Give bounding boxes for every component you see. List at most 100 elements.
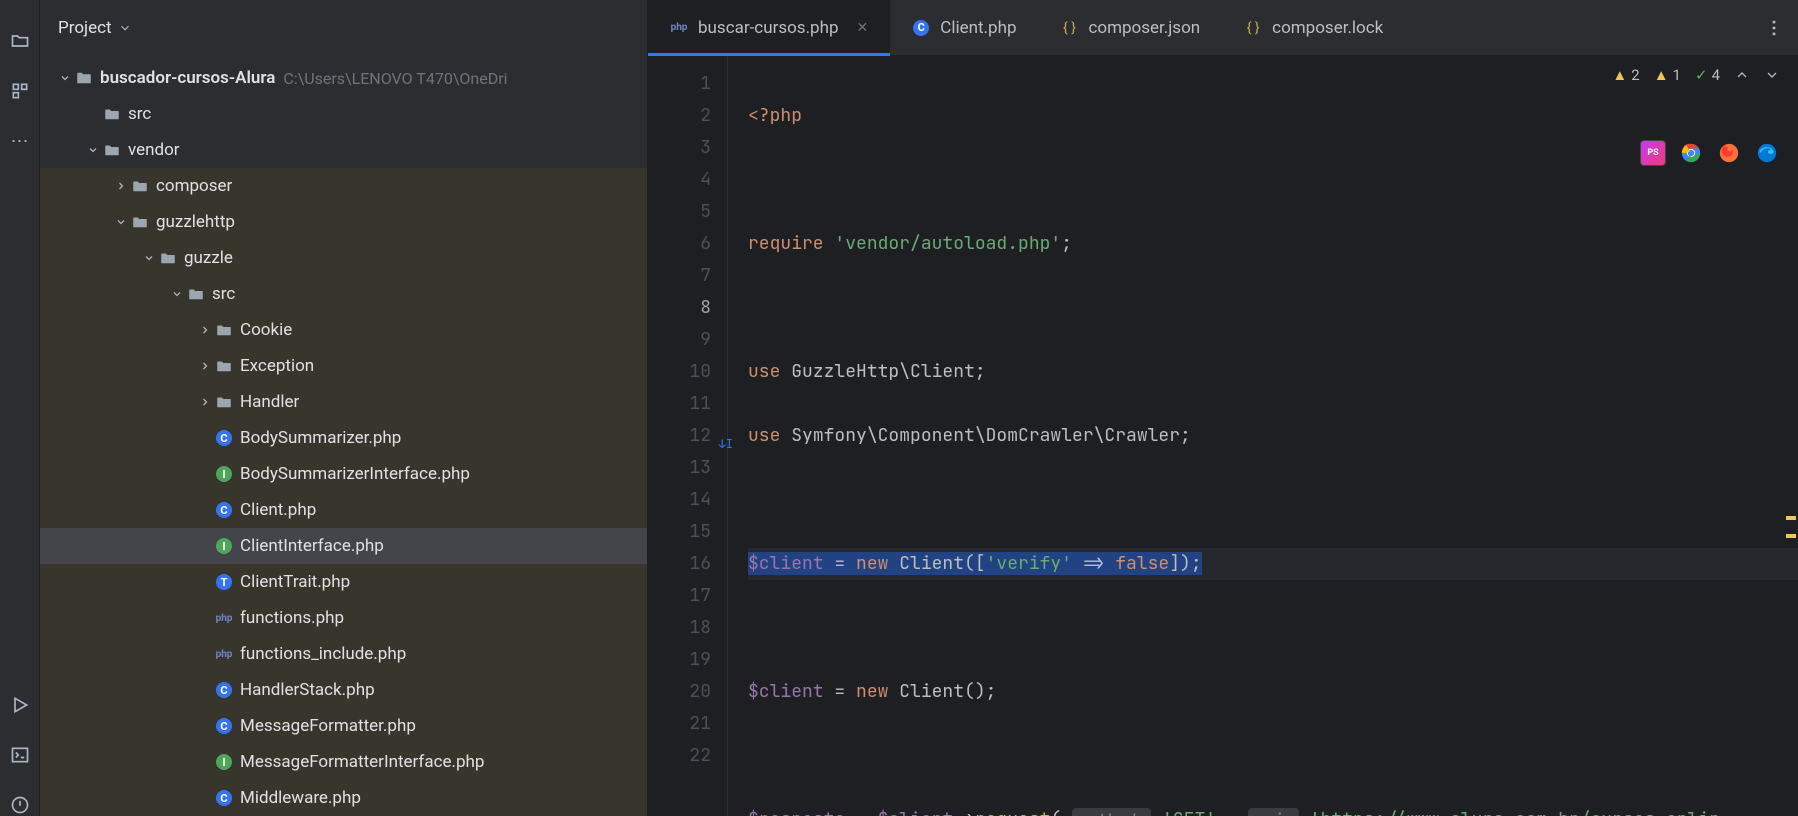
- tree-item-label: functions_include.php: [240, 644, 406, 664]
- chevron-down-icon[interactable]: [56, 72, 74, 84]
- tree-item[interactable]: vendor: [40, 132, 647, 168]
- editor-tab[interactable]: { } composer.lock: [1222, 0, 1405, 55]
- tab-label: Client.php: [940, 18, 1016, 38]
- tree-item[interactable]: guzzle: [40, 240, 647, 276]
- tabs-bar: phpbuscar-cursos.php✕CClient.php{ }compo…: [648, 0, 1798, 56]
- class-icon: C: [214, 682, 234, 698]
- line-number: 22: [648, 740, 711, 772]
- editor-body[interactable]: 123456789101112↓I13141516171819202122 <?…: [648, 56, 1798, 816]
- run-tool-icon[interactable]: [9, 694, 31, 716]
- chevron-icon[interactable]: [196, 396, 214, 408]
- class-icon: C: [214, 790, 234, 806]
- prev-highlight-icon[interactable]: [1734, 67, 1750, 83]
- folder-icon: [130, 213, 150, 231]
- tree-item[interactable]: guzzlehttp: [40, 204, 647, 240]
- chevron-icon[interactable]: [112, 216, 130, 228]
- problems-tool-icon[interactable]: [9, 794, 31, 816]
- next-highlight-icon[interactable]: [1764, 67, 1780, 83]
- chevron-icon[interactable]: [196, 324, 214, 336]
- warnings-badge[interactable]: ▲ 1: [1654, 66, 1681, 84]
- chevron-icon[interactable]: [112, 180, 130, 192]
- line-number: 4: [648, 164, 711, 196]
- tree-item-label: guzzle: [184, 248, 233, 268]
- project-tool-icon[interactable]: [9, 30, 31, 52]
- phpstorm-icon[interactable]: PS: [1640, 140, 1666, 166]
- line-number: 21: [648, 708, 711, 740]
- tree-item[interactable]: phpfunctions.php: [40, 600, 647, 636]
- chevron-icon[interactable]: [84, 144, 102, 156]
- line-number: 14: [648, 484, 711, 516]
- line-number: 17: [648, 580, 711, 612]
- terminal-tool-icon[interactable]: [9, 744, 31, 766]
- line-number: 7: [648, 260, 711, 292]
- tab-label: composer.json: [1088, 18, 1200, 38]
- tree-root-path: C:\Users\LENOVO T470\OneDri: [283, 69, 507, 88]
- tree-item[interactable]: CMessageFormatter.php: [40, 708, 647, 744]
- implements-gutter-icon[interactable]: ↓I: [719, 428, 733, 460]
- editor-tab[interactable]: { } composer.json: [1038, 0, 1222, 55]
- check-icon: ✓: [1695, 66, 1708, 84]
- error-stripe[interactable]: [1784, 56, 1798, 816]
- tree-item-label: Client.php: [240, 500, 316, 520]
- folder-icon: [158, 249, 178, 267]
- chrome-icon[interactable]: [1678, 140, 1704, 166]
- tree-item-label: ClientTrait.php: [240, 572, 350, 592]
- tree-item-label: MessageFormatterInterface.php: [240, 752, 484, 772]
- project-panel-header[interactable]: Project: [40, 0, 647, 56]
- interface-icon: I: [214, 754, 234, 770]
- tree-item[interactable]: C Client.php: [40, 492, 647, 528]
- tree-item[interactable]: IClientInterface.php: [40, 528, 647, 564]
- class-icon: C: [214, 502, 234, 518]
- tree-item-label: BodySummarizerInterface.php: [240, 464, 470, 484]
- php-file-icon: php: [670, 19, 688, 37]
- inspection-bar: ▲ 2 ▲ 1 ✓ 4: [1612, 66, 1780, 84]
- editor-tab[interactable]: CClient.php: [890, 0, 1038, 55]
- tree-item[interactable]: I MessageFormatterInterface.php: [40, 744, 647, 780]
- tree-item[interactable]: src: [40, 96, 647, 132]
- edge-icon[interactable]: [1754, 140, 1780, 166]
- folder-icon: [214, 393, 234, 411]
- tree-item[interactable]: Cookie: [40, 312, 647, 348]
- tree-item[interactable]: CBodySummarizer.php: [40, 420, 647, 456]
- structure-tool-icon[interactable]: [9, 80, 31, 102]
- warning-triangle-icon: ▲: [1612, 66, 1627, 84]
- editor-tab[interactable]: phpbuscar-cursos.php✕: [648, 0, 890, 55]
- chevron-icon[interactable]: [196, 360, 214, 372]
- project-tree[interactable]: buscador-cursos-Alura C:\Users\LENOVO T4…: [40, 56, 647, 816]
- close-icon[interactable]: ✕: [857, 20, 869, 36]
- tree-item[interactable]: phpfunctions_include.php: [40, 636, 647, 672]
- passed-badge[interactable]: ✓ 4: [1695, 66, 1720, 84]
- folder-icon: [102, 105, 122, 123]
- more-tool-icon[interactable]: ⋯: [9, 130, 31, 152]
- tree-item-label: Handler: [240, 392, 299, 412]
- folder-icon: [214, 321, 234, 339]
- line-number: 13: [648, 452, 711, 484]
- json-file-icon: { }: [1060, 19, 1078, 37]
- tree-item[interactable]: Exception: [40, 348, 647, 384]
- code-content[interactable]: <?php require 'vendor/autoload.php'; use…: [728, 56, 1798, 816]
- tree-root[interactable]: buscador-cursos-Alura C:\Users\LENOVO T4…: [40, 60, 647, 96]
- line-number: 3: [648, 132, 711, 164]
- tree-item-label: Exception: [240, 356, 314, 376]
- tree-item[interactable]: I BodySummarizerInterface.php: [40, 456, 647, 492]
- tabs-overflow-menu[interactable]: [1750, 0, 1798, 55]
- line-number: 11: [648, 388, 711, 420]
- tree-item[interactable]: CMiddleware.php: [40, 780, 647, 816]
- php-file-icon: php: [214, 613, 234, 624]
- tree-item[interactable]: Handler: [40, 384, 647, 420]
- tree-item[interactable]: TClientTrait.php: [40, 564, 647, 600]
- firefox-icon[interactable]: [1716, 140, 1742, 166]
- weak-warnings-badge[interactable]: ▲ 2: [1612, 66, 1639, 84]
- tab-label: composer.lock: [1272, 18, 1383, 38]
- interface-icon: I: [214, 466, 234, 482]
- line-number: 10: [648, 356, 711, 388]
- tree-item[interactable]: composer: [40, 168, 647, 204]
- tree-item[interactable]: src: [40, 276, 647, 312]
- chevron-icon[interactable]: [140, 252, 158, 264]
- tree-item[interactable]: CHandlerStack.php: [40, 672, 647, 708]
- line-number: 16: [648, 548, 711, 580]
- json-file-icon: { }: [1244, 19, 1262, 37]
- chevron-icon[interactable]: [168, 288, 186, 300]
- line-number: 1: [648, 68, 711, 100]
- line-number: 12↓I: [648, 420, 711, 452]
